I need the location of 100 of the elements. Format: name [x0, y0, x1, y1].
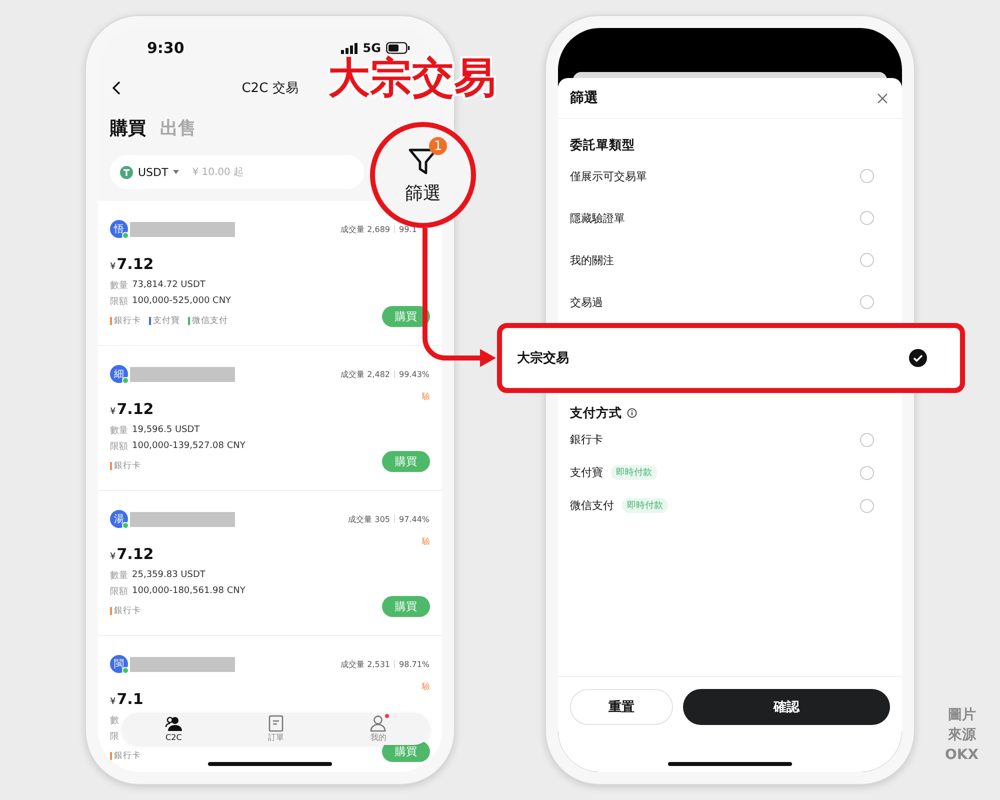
option-label: 隱藏驗證單 — [570, 210, 625, 226]
annotation-title: 大宗交易 — [328, 52, 496, 104]
payment-method: 微信支付 — [192, 315, 228, 327]
person-icon — [369, 715, 388, 732]
check-icon[interactable] — [909, 349, 927, 367]
filter-option[interactable]: 交易過 — [570, 293, 874, 311]
avatar: 細 — [110, 365, 128, 383]
verified-tag: 驗 — [422, 392, 430, 401]
limit-label: 限額 — [110, 296, 128, 308]
trade-count: 成交量 2,482 — [340, 368, 390, 380]
filter-option[interactable]: 支付寶 即時付款 — [570, 464, 874, 482]
filter-option[interactable]: 銀行卡 — [570, 430, 874, 448]
option-label: 銀行卡 — [570, 432, 603, 447]
payment-method: 銀行卡 — [114, 460, 141, 472]
filter-option[interactable]: 隱藏驗證單 — [570, 209, 874, 227]
option-label: 我的關注 — [570, 252, 614, 268]
network-label: 5G — [362, 41, 381, 55]
radio-button[interactable] — [860, 295, 874, 309]
confirm-button[interactable]: 確認 — [683, 689, 890, 725]
trade-count: 成交量 2,689 — [340, 224, 390, 234]
trade-count: 成交量 305 — [348, 514, 390, 524]
payment-method: 支付寶 — [153, 315, 180, 327]
image-credit: 來源 — [948, 726, 976, 745]
completion-rate: 97.44% — [399, 514, 430, 524]
section-title: 委託單類型 — [570, 136, 635, 154]
option-label: 大宗交易 — [517, 350, 569, 367]
people-icon — [164, 716, 183, 732]
payment-method: 銀行卡 — [114, 315, 141, 327]
radio-button[interactable] — [860, 498, 874, 512]
option-label: 僅展示可交易單 — [570, 168, 647, 184]
radio-button[interactable] — [860, 169, 874, 183]
currency-symbol: ¥ — [110, 552, 116, 562]
completion-rate: 99.1 — [399, 224, 418, 234]
nav-item[interactable]: C2C — [164, 716, 183, 742]
radio-button[interactable] — [860, 211, 874, 225]
online-dot — [122, 667, 129, 674]
currency-symbol: ¥ — [110, 697, 116, 707]
limit-label: 限 — [110, 730, 119, 742]
option-label: 交易過 — [570, 294, 603, 310]
completion-rate: 98.71% — [399, 660, 430, 668]
price: 7.1 — [116, 690, 144, 708]
option-label: 微信支付 — [570, 498, 614, 513]
limit-label: 限額 — [110, 586, 128, 598]
amount-placeholder: ¥ 10.00 起 — [192, 166, 244, 179]
sheet-title: 篩選 — [570, 89, 598, 107]
close-icon[interactable] — [877, 92, 888, 104]
screen-title: C2C 交易 — [242, 80, 298, 97]
document-icon — [268, 715, 284, 732]
quantity-label: 數量 — [110, 570, 128, 582]
image-credit: 圖片 — [948, 706, 976, 725]
option-label: 支付寶 — [570, 465, 603, 480]
price: 7.12 — [116, 255, 154, 273]
avatar: 閩 — [110, 655, 128, 673]
tab[interactable]: 購買 — [110, 116, 146, 140]
limit-value: 100,000-180,561.98 CNY — [132, 586, 246, 596]
battery-icon — [386, 42, 410, 54]
payment-method: 銀行卡 — [114, 605, 141, 617]
search-bar[interactable]: USDT ¥ 10.00 起 — [110, 155, 364, 189]
filter-count-badge: 1 — [429, 137, 447, 155]
price: 7.12 — [116, 400, 154, 418]
quantity-value: 19,596.5 USDT — [132, 425, 200, 435]
back-icon[interactable] — [112, 81, 121, 95]
currency-symbol: ¥ — [110, 262, 116, 272]
currency-symbol: ¥ — [110, 407, 116, 417]
filter-option[interactable]: 微信支付 即時付款 — [570, 496, 874, 514]
limit-label: 限額 — [110, 440, 128, 452]
coin-label: USDT — [138, 166, 168, 178]
online-dot — [122, 377, 129, 384]
section-title: 支付方式 — [570, 404, 622, 422]
reset-button[interactable]: 重置 — [570, 689, 673, 725]
filter-option[interactable]: 僅展示可交易單 — [570, 167, 874, 185]
quantity-label: 數量 — [110, 280, 128, 292]
quantity-value: 73,814.72 USDT — [132, 280, 206, 290]
completion-rate: 99.43% — [399, 370, 430, 378]
trade-count: 成交量 2,531 — [340, 658, 390, 670]
avatar: 悟 — [110, 220, 128, 238]
price: 7.12 — [116, 545, 154, 563]
instant-pay-tag: 即時付款 — [622, 498, 668, 513]
limit-value: 100,000-525,000 CNY — [132, 296, 232, 306]
caret-icon — [173, 170, 180, 174]
quantity-value: 25,359.83 USDT — [132, 570, 206, 580]
radio-button[interactable] — [860, 253, 874, 267]
instant-pay-tag: 即時付款 — [611, 465, 657, 480]
status-time: 9:30 — [147, 39, 184, 57]
filter-option[interactable]: 我的關注 — [570, 251, 874, 269]
coin-icon — [120, 166, 133, 178]
limit-value: 100,000-139,527.08 CNY — [132, 441, 246, 451]
quantity-label: 數量 — [110, 424, 128, 436]
image-credit: OKX — [945, 746, 979, 765]
avatar: 湯 — [110, 510, 128, 528]
quantity-label: 數 — [110, 714, 119, 726]
verified-tag: 驗 — [422, 682, 430, 691]
radio-button[interactable] — [860, 432, 874, 446]
payment-method: 銀行卡 — [114, 750, 141, 762]
online-dot — [122, 232, 129, 239]
verified-tag: 驗 — [422, 537, 430, 546]
signal-icon — [340, 42, 358, 54]
online-dot — [122, 522, 129, 529]
radio-button[interactable] — [860, 466, 874, 480]
filter-label: 篩選 — [405, 182, 441, 205]
